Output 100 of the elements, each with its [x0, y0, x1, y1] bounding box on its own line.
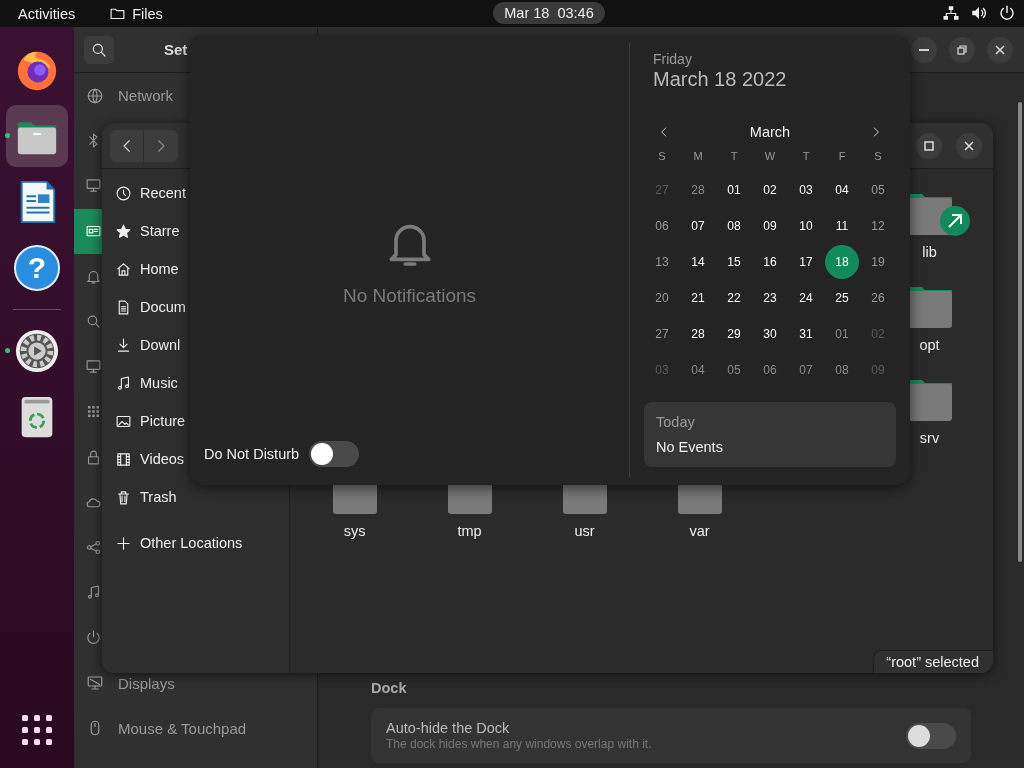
back-button[interactable]: [110, 129, 144, 162]
running-dot: [5, 133, 10, 138]
place-item[interactable]: Starre: [140, 223, 180, 239]
weekday-header: T: [801, 149, 811, 164]
toggle-switch[interactable]: [309, 441, 360, 467]
close-button[interactable]: [987, 36, 1013, 63]
search-button[interactable]: [84, 35, 114, 64]
calendar-day[interactable]: 26: [861, 281, 895, 315]
calendar-day[interactable]: 14: [681, 245, 715, 279]
calendar-day[interactable]: 20: [645, 281, 679, 315]
calendar-day[interactable]: 23: [753, 281, 787, 315]
calendar-day[interactable]: 01: [825, 317, 859, 351]
home-icon: [115, 260, 132, 278]
scrollbar[interactable]: [1018, 102, 1022, 562]
calendar-day[interactable]: 27: [645, 317, 679, 351]
weekday-header: S: [873, 149, 883, 164]
calendar-day[interactable]: 03: [789, 173, 823, 207]
monitor-icon: [85, 177, 102, 195]
weekday-header: M: [692, 149, 704, 164]
calendar-day[interactable]: 29: [717, 317, 751, 351]
calendar-day[interactable]: 05: [717, 353, 751, 387]
calendar-day[interactable]: 31: [789, 317, 823, 351]
close-button[interactable]: [956, 132, 982, 159]
sidebar-item[interactable]: [74, 208, 102, 254]
gear-icon[interactable]: [14, 328, 60, 374]
calendar-day[interactable]: 09: [753, 209, 787, 243]
minimize-icon: [919, 48, 929, 51]
restore-icon: [956, 43, 968, 56]
calendar-day[interactable]: 28: [681, 317, 715, 351]
calendar-day[interactable]: 10: [789, 209, 823, 243]
film-icon: [115, 450, 132, 468]
calendar-day[interactable]: 08: [825, 353, 859, 387]
place-item[interactable]: Recent: [140, 185, 186, 201]
calendar-day[interactable]: 25: [825, 281, 859, 315]
search-icon: [85, 313, 102, 331]
plus-icon: [115, 534, 132, 552]
app-grid-icon[interactable]: [21, 714, 53, 746]
music-icon: [85, 584, 102, 602]
toggle-label: Do Not Disturb: [204, 446, 300, 462]
calendar-day[interactable]: 05: [861, 173, 895, 207]
restore-button[interactable]: [949, 36, 975, 63]
folder-name: usr: [574, 523, 595, 539]
monitor-icon: [85, 358, 102, 376]
minimize-button[interactable]: [911, 36, 937, 63]
maximize-button[interactable]: [916, 132, 942, 159]
calendar-day[interactable]: 13: [645, 245, 679, 279]
empty-message: No Notifications: [342, 285, 477, 307]
calendar-day[interactable]: 19: [861, 245, 895, 279]
weekday-header: T: [729, 149, 739, 164]
setting-description: The dock hides when any windows overlap with it.: [386, 737, 652, 751]
activities-button[interactable]: Activities: [18, 5, 76, 22]
calendar-day[interactable]: 07: [789, 353, 823, 387]
place-item[interactable]: Videos: [140, 451, 185, 467]
network-icon[interactable]: [942, 4, 960, 22]
toggle-switch[interactable]: [906, 722, 956, 749]
events-text: No Events: [656, 439, 724, 455]
calendar-day[interactable]: 06: [645, 209, 679, 243]
calendar-day[interactable]: 01: [717, 173, 751, 207]
calendar-day[interactable]: 02: [753, 173, 787, 207]
calendar-day[interactable]: 28: [681, 173, 715, 207]
clock-button[interactable]: Mar 18 03:46: [493, 2, 605, 24]
maximize-icon: [923, 139, 935, 152]
calendar-day[interactable]: 06: [753, 353, 787, 387]
calendar-day[interactable]: 30: [753, 317, 787, 351]
power-icon[interactable]: [998, 4, 1016, 22]
app-menu[interactable]: Files: [132, 5, 163, 22]
weekday-header: W: [763, 149, 777, 164]
place-item[interactable]: Downl: [140, 337, 181, 353]
place-item[interactable]: Trash: [140, 489, 177, 505]
events-title: Today: [656, 414, 696, 430]
calendar-day[interactable]: 08: [717, 209, 751, 243]
calendar-day[interactable]: 16: [753, 245, 787, 279]
calendar-day[interactable]: 07: [681, 209, 715, 243]
place-item[interactable]: Docum: [140, 299, 186, 315]
dock-item[interactable]: [6, 105, 68, 167]
calendar-day[interactable]: 17: [789, 245, 823, 279]
calendar-day[interactable]: 24: [789, 281, 823, 315]
sidebar-item[interactable]: Displays: [118, 674, 175, 692]
place-item[interactable]: Other Locations: [140, 535, 243, 551]
status-label: “root” selected: [873, 650, 993, 673]
folder-name: lib: [922, 244, 937, 260]
calendar-day[interactable]: 18: [825, 245, 859, 279]
calendar-day[interactable]: 11: [825, 209, 859, 243]
place-item[interactable]: Picture: [140, 413, 186, 429]
calendar-day[interactable]: 12: [861, 209, 895, 243]
place-item[interactable]: Music: [140, 375, 178, 391]
sidebar-item[interactable]: Mouse & Touchpad: [118, 719, 247, 737]
music-icon: [115, 374, 132, 392]
calendar-day[interactable]: 22: [717, 281, 751, 315]
weekday-header: S: [657, 149, 667, 164]
calendar-day[interactable]: 04: [825, 173, 859, 207]
folder-name: tmp: [457, 523, 482, 539]
calendar-day[interactable]: 04: [681, 353, 715, 387]
place-item[interactable]: Home: [140, 261, 179, 277]
section-title: Dock: [371, 680, 408, 696]
calendar-day[interactable]: 21: [681, 281, 715, 315]
weekday-header: F: [837, 149, 847, 164]
calendar-day[interactable]: 15: [717, 245, 751, 279]
folder-name: opt: [919, 337, 940, 353]
sidebar-item[interactable]: Network: [118, 87, 173, 105]
